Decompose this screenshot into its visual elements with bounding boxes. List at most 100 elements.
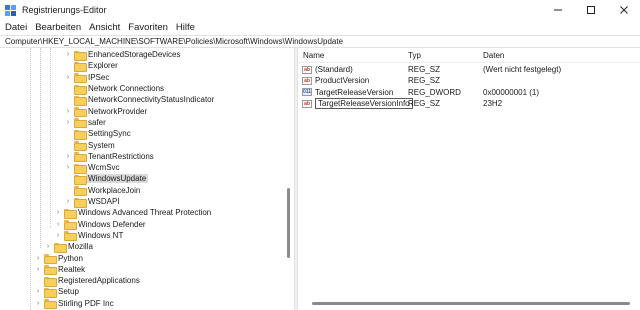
tree-item[interactable]: › safer [64, 117, 106, 129]
maximize-button[interactable] [574, 0, 607, 20]
chevron-right-icon[interactable]: › [64, 117, 72, 128]
tree-item-label: NetworkConnectivityStatusIndicator [88, 95, 215, 105]
tree-item-label: safer [88, 117, 106, 127]
chevron-right-icon[interactable]: › [54, 207, 62, 218]
tree-item-label: WindowsUpdate [86, 174, 149, 184]
chevron-right-icon[interactable]: › [64, 151, 72, 162]
chevron-right-icon[interactable]: › [64, 162, 72, 173]
tree-item-label: Realtek [58, 264, 86, 274]
chevron-right-icon[interactable]: › [34, 298, 42, 309]
list-item[interactable]: ab TargetReleaseVersionInfo REG_SZ 23H2 [298, 98, 640, 110]
menu-ansicht[interactable]: Ansicht [85, 22, 124, 33]
folder-icon [74, 73, 87, 84]
key-tree[interactable]: › EnhancedStorageDevices Explorer › IPSec Net… [0, 48, 294, 310]
chevron-right-icon[interactable]: › [34, 253, 42, 264]
tree-item[interactable]: › TenantRestrictions [64, 151, 154, 163]
list-item[interactable]: ab ProductVersion REG_SZ [298, 75, 640, 86]
chevron-right-icon[interactable]: › [34, 286, 42, 297]
tree-item-label: Stirling PDF Inc [58, 298, 114, 308]
tree-item[interactable]: Network Connections [64, 83, 164, 95]
values-list[interactable]: Name Typ Daten ab (Standard) REG_SZ (Wert n… [298, 48, 640, 310]
tree-item[interactable]: › Stirling PDF Inc [34, 298, 114, 310]
tree-scrollbar[interactable] [287, 188, 290, 258]
folder-icon [44, 287, 57, 298]
tree-item-label: NetworkProvider [88, 106, 148, 116]
tree-item[interactable]: System [64, 139, 115, 152]
tree-item[interactable]: WorkplaceJoin [64, 185, 140, 197]
tree-item[interactable]: › EnhancedStorageDevices [64, 49, 181, 61]
chevron-right-icon[interactable]: › [44, 241, 52, 252]
tree-item[interactable]: › Setup [34, 286, 79, 298]
address-bar[interactable]: Computer\HKEY_LOCAL_MACHINE\SOFTWARE\Pol… [0, 35, 640, 48]
close-icon [619, 6, 628, 14]
tree-item[interactable]: › WSDAPI [64, 196, 120, 208]
tree-item[interactable]: › Windows Defender [54, 219, 146, 231]
tree-item[interactable]: › Python [34, 252, 83, 265]
column-type-header[interactable]: Typ [408, 51, 421, 60]
window-controls [541, 0, 640, 20]
tree-item[interactable]: Explorer [64, 60, 118, 72]
tree-item[interactable]: NetworkConnectivityStatusIndicator [64, 94, 215, 106]
string-value-icon: ab [302, 76, 312, 85]
tree-item[interactable]: › NetworkProvider [64, 106, 148, 118]
folder-icon [44, 254, 57, 265]
column-name-header[interactable]: Name [303, 51, 324, 60]
tree-item[interactable]: › WcmSvc [64, 162, 120, 174]
list-item[interactable]: 011 TargetReleaseVersion REG_DWORD 0x000000… [298, 87, 640, 98]
value-name: TargetReleaseVersion [315, 87, 394, 97]
tree-guide-line [30, 48, 31, 310]
tree-item-label: Python [58, 253, 83, 263]
tree-item[interactable]: › Windows NT [54, 230, 124, 242]
list-header: Name Typ Daten [298, 48, 640, 63]
tree-item-label: Windows NT [78, 230, 124, 240]
folder-icon [44, 299, 57, 310]
tree-guide-line [50, 48, 51, 228]
tree-item-label: WSDAPI [88, 197, 120, 207]
tree-item[interactable]: SettingSync [64, 128, 131, 140]
chevron-right-icon[interactable]: › [64, 49, 72, 60]
tree-item[interactable]: WindowsUpdate [64, 173, 149, 185]
tree-item-label: SettingSync [88, 129, 131, 139]
tree-item[interactable]: › IPSec [64, 72, 109, 84]
chevron-right-icon[interactable]: › [64, 196, 72, 207]
folder-icon [74, 50, 87, 61]
value-name-cell: 011 TargetReleaseVersion [302, 87, 393, 98]
folder-icon [54, 242, 67, 253]
list-item[interactable]: ab (Standard) REG_SZ (Wert nicht festgelegt… [298, 64, 640, 75]
tree-item[interactable]: › Mozilla [44, 241, 93, 253]
menu-favoriten[interactable]: Favoriten [124, 22, 172, 33]
chevron-right-icon[interactable]: › [54, 230, 62, 241]
tree-item-label: EnhancedStorageDevices [88, 50, 181, 60]
minimize-button[interactable] [541, 0, 574, 20]
list-scrollbar[interactable] [312, 302, 630, 305]
tree-item-label: System [88, 140, 115, 150]
chevron-right-icon[interactable]: › [64, 72, 72, 83]
menu-hilfe[interactable]: Hilfe [172, 22, 199, 33]
tree-item[interactable]: RegisteredApplications [34, 275, 140, 287]
folder-icon [74, 141, 87, 152]
tree-item[interactable]: › Windows Advanced Threat Protection [54, 207, 211, 219]
value-type-cell: REG_SZ [408, 65, 441, 75]
tree-guide-line [40, 48, 41, 248]
value-name-edit-field[interactable]: TargetReleaseVersionInfo [315, 98, 413, 110]
chevron-right-icon[interactable]: › [54, 219, 62, 230]
menu-bar: Datei Bearbeiten Ansicht Favoriten Hilfe [0, 20, 640, 35]
folder-icon [74, 197, 87, 208]
chevron-right-icon[interactable]: › [64, 106, 72, 117]
close-button[interactable] [607, 0, 640, 20]
dword-value-icon: 011 [302, 88, 312, 97]
folder-icon [74, 186, 87, 197]
value-type-cell: REG_SZ [408, 76, 441, 86]
menu-bearbeiten[interactable]: Bearbeiten [31, 22, 85, 33]
column-data-header[interactable]: Daten [483, 51, 504, 60]
tree-item-label: Setup [58, 287, 79, 297]
tree-item[interactable]: › Realtek [34, 264, 86, 276]
chevron-right-icon[interactable]: › [34, 264, 42, 275]
folder-icon [74, 61, 87, 72]
menu-datei[interactable]: Datei [0, 22, 31, 33]
tree-item-label: TenantRestrictions [88, 151, 154, 161]
